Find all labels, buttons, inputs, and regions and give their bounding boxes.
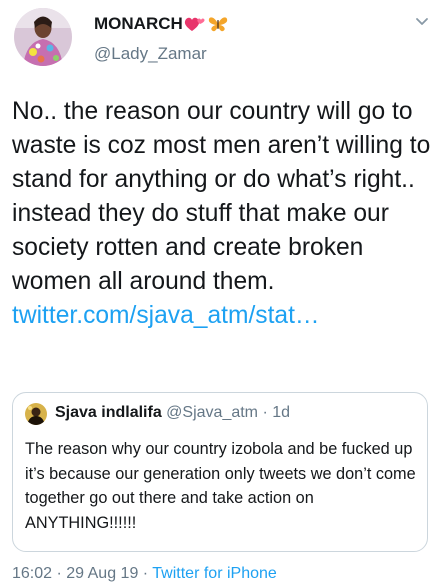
quoted-tweet-time: 1d	[272, 404, 291, 421]
quoted-separator: ·	[258, 404, 273, 421]
meta-separator-2: ·	[138, 565, 153, 582]
quoted-author-handle: @Sjava_atm	[166, 404, 259, 421]
meta-separator: ·	[52, 565, 67, 582]
author-name-text: MONARCH	[94, 14, 183, 33]
tweet: MONARCH @Lady_Zamar No.. the reason our …	[0, 0, 441, 588]
tweet-source-link[interactable]: Twitter for iPhone	[152, 565, 277, 582]
quoted-author-avatar[interactable]	[25, 403, 47, 425]
author-avatar[interactable]	[14, 8, 72, 66]
butterfly-icon	[207, 15, 229, 33]
author-display-name[interactable]: MONARCH	[94, 14, 229, 34]
author-handle[interactable]: @Lady_Zamar	[94, 44, 207, 64]
tweet-time: 16:02	[12, 565, 53, 582]
tweet-text: No.. the reason our country will go to w…	[12, 95, 434, 333]
quoted-tweet[interactable]: Sjava indlalifa @Sjava_atm · 1d The reas…	[12, 392, 428, 552]
quoted-author-name: Sjava indlalifa	[55, 404, 162, 421]
quoted-tweet-header: Sjava indlalifa @Sjava_atm · 1d	[55, 404, 290, 422]
chevron-down-icon[interactable]	[413, 12, 431, 30]
tweet-meta: 16:02 · 29 Aug 19 · Twitter for iPhone	[12, 565, 277, 583]
tweet-body: No.. the reason our country will go to w…	[12, 98, 431, 295]
tweet-date: 29 Aug 19	[66, 565, 139, 582]
tweet-link[interactable]: twitter.com/sjava_atm/stat…	[12, 302, 320, 329]
quoted-tweet-text: The reason why our country izobola and b…	[25, 440, 416, 532]
heart-icon	[184, 15, 206, 33]
